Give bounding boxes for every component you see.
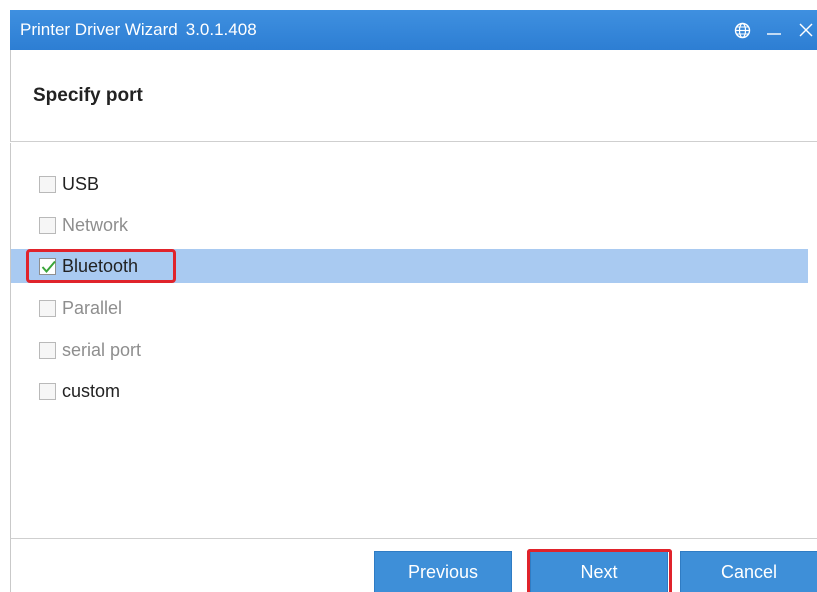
parallel-checkbox[interactable]	[39, 299, 56, 317]
usb-checkbox[interactable]	[39, 175, 56, 193]
previous-button[interactable]: Previous	[374, 551, 512, 592]
next-button[interactable]: Next	[530, 551, 668, 592]
close-icon[interactable]	[797, 21, 815, 39]
port-option-network[interactable]: Network	[11, 208, 808, 242]
page-header: Specify port	[10, 50, 817, 142]
port-list: USB Network Bluetooth Parallel serial po…	[10, 143, 817, 538]
custom-checkbox[interactable]	[39, 382, 56, 400]
minimize-icon[interactable]	[765, 21, 783, 39]
app-version: 3.0.1.408	[185, 20, 257, 39]
network-checkbox[interactable]	[39, 216, 56, 234]
port-label-bluetooth: Bluetooth	[62, 255, 139, 276]
port-option-custom[interactable]: custom	[11, 374, 808, 408]
port-label-network: Network	[62, 214, 129, 235]
page-title: Specify port	[33, 85, 143, 106]
port-label-usb: USB	[62, 173, 100, 194]
port-option-usb[interactable]: USB	[11, 167, 808, 201]
window-controls	[733, 16, 815, 44]
port-label-custom: custom	[62, 380, 121, 401]
checkmark-icon	[41, 260, 56, 273]
button-bar: Previous Next Cancel	[10, 538, 817, 592]
window-title: Printer Driver Wizard 3.0.1.408	[20, 20, 257, 40]
app-name: Printer Driver Wizard	[20, 20, 178, 39]
title-bar[interactable]: Printer Driver Wizard 3.0.1.408	[10, 10, 817, 50]
port-option-serial[interactable]: serial port	[11, 333, 808, 367]
cancel-button[interactable]: Cancel	[680, 551, 817, 592]
port-option-bluetooth[interactable]: Bluetooth	[11, 249, 808, 283]
bluetooth-checkbox[interactable]	[39, 257, 56, 275]
port-option-parallel[interactable]: Parallel	[11, 291, 808, 325]
serial-checkbox[interactable]	[39, 341, 56, 359]
globe-icon[interactable]	[733, 21, 751, 39]
port-label-serial: serial port	[62, 339, 142, 360]
wizard-window: Printer Driver Wizard 3.0.1.408 Specify …	[0, 0, 817, 592]
port-label-parallel: Parallel	[62, 297, 123, 318]
